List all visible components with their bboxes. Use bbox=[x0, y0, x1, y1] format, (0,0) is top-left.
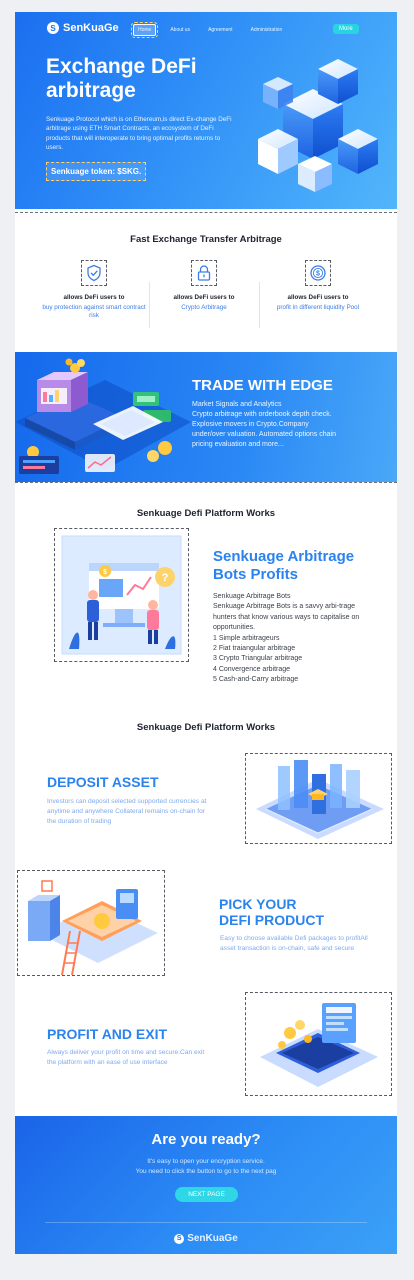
nav-item-home[interactable]: Home bbox=[130, 22, 159, 38]
platform-title: Senkuage Defi Platform Works bbox=[136, 508, 276, 519]
deposit-title: DEPOSIT ASSET bbox=[47, 774, 159, 790]
section-divider bbox=[15, 482, 397, 483]
pick-title-line1: PICK YOUR bbox=[219, 896, 297, 912]
arbitrage-heading: Senkuage Arbitrage Bots Profits bbox=[213, 548, 355, 583]
page: S SenKuaGe Home About us Agreement Admin… bbox=[15, 12, 397, 1254]
features-title: Fast Exchange Transfer Arbitrage bbox=[130, 234, 282, 245]
svg-text:?: ? bbox=[162, 572, 169, 584]
section-divider bbox=[15, 212, 397, 213]
feature-title: allows DeFi users to bbox=[63, 294, 125, 301]
feature-text: profit in different liquidity Pool bbox=[276, 304, 360, 311]
feature-title: allows DeFi users to bbox=[173, 294, 235, 301]
feature-arbitrage: allows DeFi users to Crypto Arbitrage bbox=[149, 260, 259, 312]
profit-description: Always deliver your profit on time and s… bbox=[47, 1049, 205, 1066]
trade-line: pricing evaluation and more... bbox=[192, 441, 284, 448]
feature-title: allows DeFi users to bbox=[287, 294, 349, 301]
profit-title: PROFIT AND EXIT bbox=[47, 1026, 168, 1042]
feature-text: Crypto Arbitrage bbox=[181, 304, 227, 311]
footer-description: It's easy to open your encryption servic… bbox=[15, 1157, 397, 1177]
trade-line: under/over valuation. Automated options … bbox=[192, 431, 336, 438]
arbitrage-body: Senkuage Arbitrage Bots Senkuage Arbitra… bbox=[213, 592, 363, 686]
steps-title: Senkuage Defi Platform Works bbox=[136, 722, 276, 733]
footer-logo[interactable]: S SenKuaGe bbox=[15, 1233, 397, 1244]
arbitrage-illustration-frame: ? $ bbox=[54, 528, 189, 662]
footer-title: Are you ready? bbox=[151, 1131, 261, 1148]
footer-line: You need to click the button to go to th… bbox=[135, 1168, 277, 1175]
hero-title: Exchange DeFi arbitrage bbox=[46, 55, 197, 102]
list-item: 2 Fiat traiangular arbitrage bbox=[213, 645, 296, 653]
deposit-description: Investors can deposit selected supported… bbox=[47, 798, 207, 825]
logo-icon: S bbox=[174, 1233, 185, 1244]
footer-brand: SenKuaGe bbox=[187, 1233, 238, 1244]
nav-item-about[interactable]: About us bbox=[166, 25, 194, 35]
shield-check-icon bbox=[81, 260, 107, 286]
arbitrage-subheading: Senkuage Arbitrage Bots bbox=[213, 593, 291, 600]
trade-line: Explosive movers in Crypto.Company bbox=[192, 421, 309, 428]
trading-illustration bbox=[15, 358, 191, 474]
logo-icon: S bbox=[47, 22, 59, 34]
next-page-button[interactable]: NEXT PAGE bbox=[175, 1187, 238, 1202]
arbitrage-illustration: ? $ bbox=[61, 535, 182, 655]
product-illustration-frame bbox=[17, 870, 165, 976]
trade-line: Crypto arbitrage with orderbook depth ch… bbox=[192, 411, 332, 418]
cubes-illustration bbox=[258, 59, 378, 192]
list-item: 5 Cash-and-Carry arbitrage bbox=[213, 676, 299, 684]
list-item: 3 Crypto Triangular arbitrage bbox=[213, 655, 303, 663]
pick-title-line2: DEFI PRODUCT bbox=[219, 912, 324, 928]
trade-line: Market Signals and Analytics bbox=[192, 401, 282, 408]
feature-text: buy protection against smart contract ri… bbox=[42, 304, 146, 319]
pick-title: PICK YOUR DEFI PRODUCT bbox=[219, 896, 324, 928]
arbitrage-intro: Senkuage Arbitrage Bots is a savvy arbi-… bbox=[213, 603, 360, 632]
list-item: 1 Simple arbitrageurs bbox=[213, 634, 280, 642]
footer-divider bbox=[45, 1222, 367, 1223]
token-badge: Senkuage token: $SKG. bbox=[46, 162, 147, 181]
brand-name: SenKuaGe bbox=[63, 22, 119, 34]
footer-line: It's easy to open your encryption servic… bbox=[147, 1158, 265, 1165]
feature-liquidity: $ allows DeFi users to profit in differe… bbox=[263, 260, 373, 312]
profit-illustration bbox=[260, 1003, 378, 1087]
profit-illustration-frame bbox=[245, 992, 392, 1096]
padlock-icon bbox=[191, 260, 217, 286]
deposit-illustration-frame bbox=[245, 753, 392, 844]
product-illustration bbox=[28, 880, 158, 975]
feature-protection: allows DeFi users to buy protection agai… bbox=[39, 260, 149, 320]
hero-description: Senkuage Protocol which is on Ethereum,i… bbox=[46, 116, 232, 152]
footer-cta: Are you ready? It's easy to open your en… bbox=[15, 1116, 397, 1254]
trade-banner: TRADE WITH EDGE Market Signals and Analy… bbox=[15, 352, 397, 482]
brand-logo[interactable]: S SenKuaGe bbox=[47, 22, 119, 34]
dollar-coin-icon: $ bbox=[305, 260, 331, 286]
trade-title: TRADE WITH EDGE bbox=[192, 377, 333, 394]
svg-text:$: $ bbox=[316, 271, 320, 278]
main-nav: Home About us Agreement Administration bbox=[130, 22, 287, 38]
nav-item-administration[interactable]: Administration bbox=[247, 25, 287, 35]
hero-section: S SenKuaGe Home About us Agreement Admin… bbox=[15, 12, 397, 209]
svg-text:$: $ bbox=[103, 569, 107, 576]
list-item: 4 Convergence arbitrage bbox=[213, 665, 291, 673]
nav-item-agreement[interactable]: Agreement bbox=[204, 25, 236, 35]
pick-description: Easy to choose available Defi packages t… bbox=[220, 935, 368, 952]
feature-divider bbox=[259, 282, 260, 328]
deposit-illustration bbox=[256, 760, 384, 839]
more-button[interactable]: More bbox=[333, 24, 359, 34]
trade-description: Market Signals and Analytics Crypto arbi… bbox=[192, 400, 387, 450]
